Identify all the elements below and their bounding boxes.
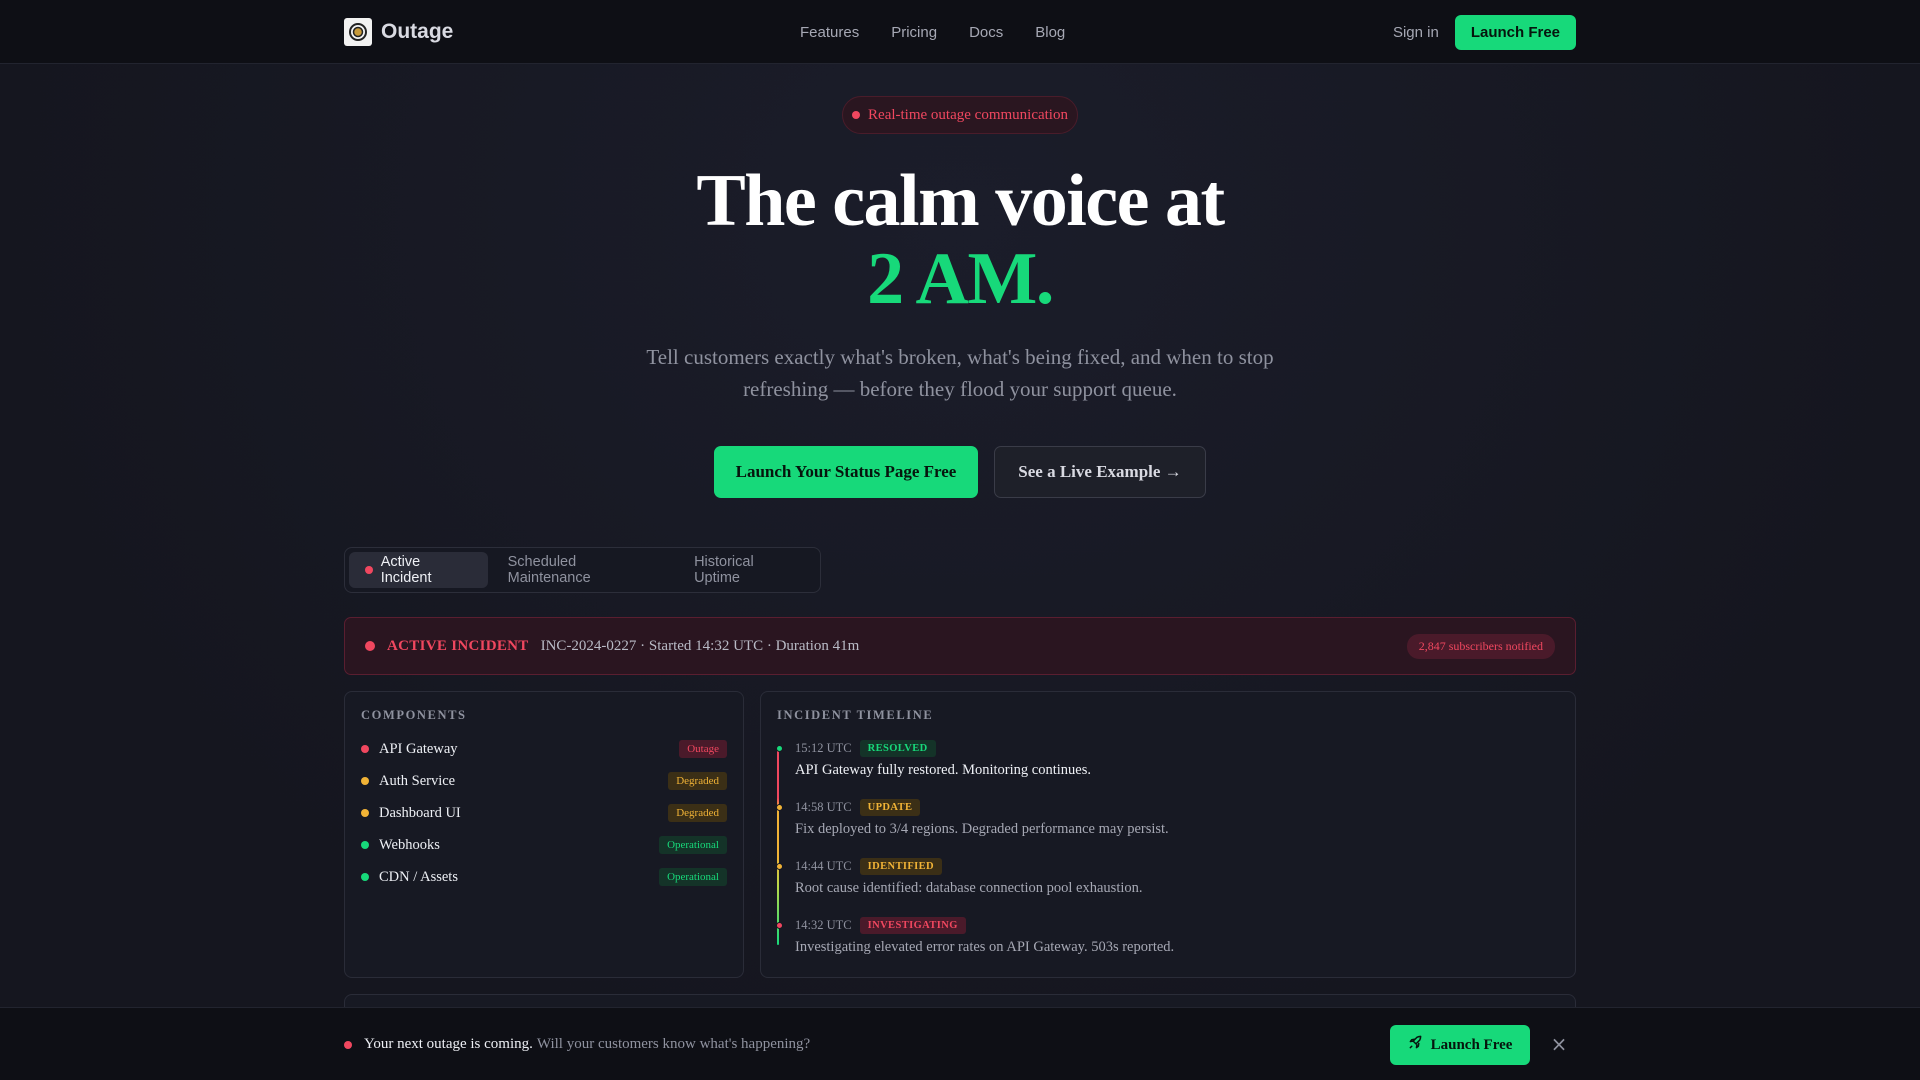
timeline-time: 14:58 UTC — [795, 800, 852, 814]
status-dot-icon — [361, 777, 369, 785]
nav-link-blog[interactable]: Blog — [1035, 24, 1065, 41]
timeline-dot-icon — [776, 922, 783, 929]
timeline-text: Root cause identified: database connecti… — [795, 880, 1143, 896]
component-name: Webhooks — [379, 836, 440, 853]
status-dot-icon — [361, 809, 369, 817]
hero-headline-accent: 2 AM. — [867, 238, 1054, 320]
tab-scheduled-maintenance[interactable]: Scheduled Maintenance — [492, 552, 674, 588]
hero-headline: The calm voice at — [696, 160, 1225, 242]
status-badge: Degraded — [668, 772, 727, 790]
timeline-time: 15:12 UTC — [795, 741, 852, 755]
tab-active-incident[interactable]: Active Incident — [349, 552, 488, 588]
hero-subtitle: Tell customers exactly what's broken, wh… — [646, 345, 1274, 401]
incident-meta: INC-2024-0227 · Started 14:32 UTC · Dura… — [540, 637, 860, 654]
timeline-time: 14:32 UTC — [795, 918, 852, 932]
component-name: Dashboard UI — [379, 804, 461, 821]
timeline-dot-icon — [776, 745, 783, 752]
timeline-title: INCIDENT TIMELINE — [777, 708, 934, 722]
sticky-cta-headline: Your next outage is coming. — [364, 1036, 533, 1052]
subscribers-badge: 2,847 subscribers notified — [1406, 633, 1555, 659]
launch-status-page-button[interactable]: Launch Your Status Page Free — [714, 446, 978, 498]
timeline-badge: IDENTIFIED — [859, 858, 943, 875]
incident-timeline-panel: INCIDENT TIMELINE 15:12 UTC RESOLVED API… — [760, 691, 1576, 978]
timeline-line — [777, 749, 779, 945]
component-name: API Gateway — [379, 740, 458, 757]
tab-label: Active Incident — [380, 554, 432, 586]
close-icon[interactable]: × — [1548, 1032, 1570, 1056]
status-badge: Degraded — [668, 804, 727, 822]
sticky-cta-bar: Your next outage is coming. Will your cu… — [0, 1007, 1920, 1080]
sticky-launch-label: Launch Free — [1430, 1036, 1513, 1053]
component-row: Dashboard UI Degraded — [361, 802, 727, 824]
timeline-time: 14:44 UTC — [795, 859, 852, 873]
incident-banner: ACTIVE INCIDENT INC-2024-0227 · Started … — [344, 617, 1576, 675]
brand-name: Outage — [381, 20, 454, 43]
component-row: API Gateway Outage — [361, 738, 727, 760]
timeline-entry: 15:12 UTC RESOLVED API Gateway fully res… — [776, 740, 1559, 779]
sticky-launch-button[interactable]: Launch Free — [1390, 1025, 1530, 1065]
component-row: CDN / Assets Operational — [361, 866, 727, 888]
components-title: COMPONENTS — [361, 708, 467, 722]
outage-logo-icon — [344, 18, 372, 46]
nav-link-pricing[interactable]: Pricing — [891, 24, 937, 41]
tab-label: Scheduled Maintenance — [507, 554, 591, 586]
live-example-button[interactable]: See a Live Example → — [994, 446, 1206, 498]
status-badge: Operational — [659, 868, 727, 886]
nav-link-docs[interactable]: Docs — [969, 24, 1003, 41]
status-badge: Operational — [659, 836, 727, 854]
incident-title: ACTIVE INCIDENT — [387, 637, 529, 654]
demo-tabs: Active Incident Scheduled Maintenance Hi… — [344, 547, 821, 593]
timeline-text: Investigating elevated error rates on AP… — [795, 939, 1175, 955]
timeline-dot-icon — [776, 804, 783, 811]
tab-label: Historical Uptime — [694, 554, 754, 586]
hero-pill-label: Real-time outage communication — [868, 106, 1068, 123]
timeline-dot-icon — [776, 863, 783, 870]
tab-historical-uptime[interactable]: Historical Uptime — [678, 552, 816, 588]
timeline-badge: UPDATE — [859, 799, 921, 816]
component-row: Webhooks Operational — [361, 834, 727, 856]
brand-logo[interactable]: Outage — [344, 18, 453, 46]
sticky-cta-subtext: Will your customers know what's happenin… — [536, 1036, 811, 1052]
timeline-entry: 14:44 UTC IDENTIFIED Root cause identifi… — [776, 858, 1559, 897]
timeline-text: Fix deployed to 3/4 regions. Degraded pe… — [795, 821, 1169, 837]
status-dot-icon — [361, 873, 369, 881]
components-panel: COMPONENTS API Gateway Outage Auth Servi… — [344, 691, 744, 978]
incident-dot-icon — [365, 566, 373, 574]
timeline-badge: RESOLVED — [859, 740, 936, 757]
sign-in-link[interactable]: Sign in — [1393, 24, 1439, 41]
incident-status-dot-icon — [365, 641, 375, 651]
top-navbar: Outage Features Pricing Docs Blog Sign i… — [0, 0, 1920, 64]
timeline-badge: INVESTIGATING — [859, 917, 966, 934]
component-name: Auth Service — [379, 772, 456, 789]
timeline-text: API Gateway fully restored. Monitoring c… — [795, 762, 1091, 778]
hero-pill: Real-time outage communication — [842, 96, 1078, 134]
component-name: CDN / Assets — [379, 868, 458, 885]
nav-link-features[interactable]: Features — [800, 24, 859, 41]
live-dot-icon — [852, 111, 861, 119]
timeline-entry: 14:58 UTC UPDATE Fix deployed to 3/4 reg… — [776, 799, 1559, 838]
nav-launch-button[interactable]: Launch Free — [1454, 14, 1576, 50]
status-dot-icon — [361, 841, 369, 849]
timeline-entry: 14:32 UTC INVESTIGATING Investigating el… — [776, 917, 1559, 956]
rocket-icon — [1408, 1035, 1423, 1055]
alert-dot-icon — [344, 1040, 352, 1049]
status-dot-icon — [361, 745, 369, 753]
component-row: Auth Service Degraded — [361, 770, 727, 792]
status-badge: Outage — [679, 740, 727, 758]
